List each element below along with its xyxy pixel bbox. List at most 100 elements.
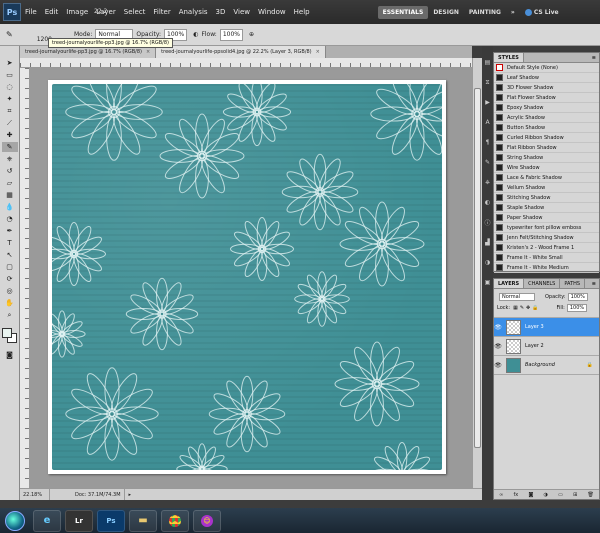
tab-layers[interactable]: LAYERS xyxy=(494,279,525,288)
zoom-readout[interactable]: 22.2 xyxy=(94,8,107,15)
style-item[interactable]: Flat Flower Shadow xyxy=(494,93,599,103)
style-item[interactable]: Flat Ribbon Shadow xyxy=(494,143,599,153)
style-item[interactable]: Frame It - White Medium xyxy=(494,263,599,273)
quick-mask-icon[interactable]: ◙ xyxy=(2,350,18,360)
styles-panel-icon[interactable]: ▤ xyxy=(483,58,492,67)
move-tool-icon[interactable]: ➤ xyxy=(2,58,18,68)
blend-mode-select[interactable]: Normal xyxy=(499,292,535,301)
menu-window[interactable]: Window xyxy=(254,8,290,16)
shape-tool-icon[interactable]: ▢ xyxy=(2,262,18,272)
info-panel-icon[interactable]: ⓘ xyxy=(483,218,492,227)
airbrush-icon[interactable]: ◐ xyxy=(193,31,198,38)
tab-document-2[interactable]: treed-journalyourlife-ppsolid4.jpg @ 22.… xyxy=(156,46,326,58)
fill-field[interactable]: 100% xyxy=(566,303,588,312)
style-item[interactable]: typewriter font pillow emboss xyxy=(494,223,599,233)
style-item[interactable]: String Shadow xyxy=(494,153,599,163)
tablet-pressure-icon[interactable]: ⊕ xyxy=(249,31,254,38)
crop-tool-icon[interactable]: ⌗ xyxy=(2,106,18,116)
paragraph-panel-icon[interactable]: ¶ xyxy=(483,138,492,147)
new-layer-icon[interactable]: ⊞ xyxy=(573,492,577,498)
style-item[interactable]: Lace & Fabric Shadow xyxy=(494,173,599,183)
menu-analysis[interactable]: Analysis xyxy=(175,8,212,16)
character-panel-icon[interactable]: A xyxy=(483,118,492,127)
vertical-scrollbar[interactable] xyxy=(472,58,482,488)
chrome-icon[interactable] xyxy=(161,509,189,532)
layer-opacity-field[interactable]: 100% xyxy=(567,292,588,301)
zoom-tool-icon[interactable]: ⌕ xyxy=(2,310,18,320)
color-swatches[interactable] xyxy=(1,328,18,344)
style-item[interactable]: Paper Shadow xyxy=(494,213,599,223)
zoom-status[interactable]: 22.18% xyxy=(20,489,50,500)
tab-paths[interactable]: PATHS xyxy=(560,279,586,288)
actions-panel-icon[interactable]: ▶ xyxy=(483,98,492,107)
foreground-color[interactable] xyxy=(1,328,12,338)
layer-style-icon[interactable]: fx xyxy=(514,492,519,498)
style-item[interactable]: Epoxy Shadow xyxy=(494,103,599,113)
3d-orbit-tool-icon[interactable]: ◎ xyxy=(2,286,18,296)
blur-tool-icon[interactable]: 💧 xyxy=(2,202,18,212)
path-select-tool-icon[interactable]: ↖ xyxy=(2,250,18,260)
photoshop-taskbar-icon[interactable]: Ps xyxy=(97,509,125,532)
style-item[interactable]: Vellum Shadow xyxy=(494,183,599,193)
scrollbar-thumb[interactable] xyxy=(474,88,481,448)
brush-tool-icon[interactable]: ✎ xyxy=(1,142,18,152)
brush-panel-icon[interactable]: ✎ xyxy=(483,158,492,167)
menu-filter[interactable]: Filter xyxy=(149,8,174,16)
lock-image-icon[interactable]: ✎ xyxy=(520,305,524,311)
style-item[interactable]: Stitching Shadow xyxy=(494,193,599,203)
close-icon[interactable]: × xyxy=(316,49,320,55)
workspace-essentials-button[interactable]: ESSENTIALS xyxy=(377,5,429,19)
quick-select-tool-icon[interactable]: ✦ xyxy=(2,94,18,104)
layer-row[interactable]: 👁 Layer 3 xyxy=(494,318,599,337)
style-item[interactable]: Curled Ribbon Shadow xyxy=(494,133,599,143)
tab-channels[interactable]: CHANNELS xyxy=(524,279,561,288)
add-mask-icon[interactable]: ◙ xyxy=(528,492,533,498)
messenger-icon[interactable]: ☺ xyxy=(193,509,221,532)
healing-tool-icon[interactable]: ✚ xyxy=(2,130,18,140)
hand-tool-icon[interactable]: ✋ xyxy=(2,298,18,308)
panel-menu-icon[interactable]: ≡ xyxy=(592,281,596,287)
menu-select[interactable]: Select xyxy=(120,8,150,16)
marquee-tool-icon[interactable]: ▭ xyxy=(2,70,18,80)
clone-source-panel-icon[interactable]: ⎈ xyxy=(483,178,492,187)
workspace-more-button[interactable]: » xyxy=(506,6,520,19)
history-panel-icon[interactable]: ⧖ xyxy=(483,78,492,87)
gradient-tool-icon[interactable]: ▦ xyxy=(2,190,18,200)
visibility-eye-icon[interactable]: 👁 xyxy=(494,324,502,331)
menu-3d[interactable]: 3D xyxy=(212,8,230,16)
tab-styles[interactable]: STYLES xyxy=(494,53,524,62)
style-item[interactable]: Kristen's 2 - Wood Frame 1 xyxy=(494,243,599,253)
lock-all-icon[interactable]: 🔒 xyxy=(532,305,538,311)
style-item[interactable]: Staple Shadow xyxy=(494,203,599,213)
lasso-tool-icon[interactable]: ◌ xyxy=(2,82,18,92)
flow-field[interactable]: 100% xyxy=(219,28,243,41)
style-item[interactable]: Acrylic Shadow xyxy=(494,113,599,123)
style-item[interactable]: Default Style (None) xyxy=(494,63,599,73)
trash-icon[interactable]: 🗑 xyxy=(588,492,594,498)
history-brush-tool-icon[interactable]: ↺ xyxy=(2,166,18,176)
folder-icon[interactable]: ▬ xyxy=(129,509,157,532)
style-item[interactable]: 3D Flower Shadow xyxy=(494,83,599,93)
menu-edit[interactable]: Edit xyxy=(41,8,63,16)
masks-panel-icon[interactable]: ▣ xyxy=(483,278,492,287)
visibility-eye-icon[interactable]: 👁 xyxy=(494,343,502,350)
menu-image[interactable]: Image xyxy=(62,8,92,16)
style-item[interactable]: Jenn Felt/Stitching Shadow xyxy=(494,233,599,243)
close-icon[interactable]: × xyxy=(146,49,150,55)
layer-row[interactable]: 👁 Layer 2 xyxy=(494,337,599,356)
cs-live-button[interactable]: CS Live xyxy=(520,6,564,19)
eyedropper-tool-icon[interactable]: ⟋ xyxy=(2,118,18,128)
layer-name[interactable]: Background xyxy=(525,362,555,368)
start-button[interactable] xyxy=(5,510,25,531)
style-item[interactable]: Frame It - White Small xyxy=(494,253,599,263)
workspace-design-button[interactable]: DESIGN xyxy=(428,6,464,19)
pen-tool-icon[interactable]: ✒ xyxy=(2,226,18,236)
style-item[interactable]: Button Shadow xyxy=(494,123,599,133)
lock-transparent-icon[interactable]: ▦ xyxy=(513,305,518,311)
adjustments-panel-icon[interactable]: ◑ xyxy=(483,258,492,267)
ie-icon[interactable]: e xyxy=(33,509,61,532)
panel-menu-icon[interactable]: ≡ xyxy=(592,55,596,61)
clone-stamp-tool-icon[interactable]: ⎈ xyxy=(2,154,18,164)
histogram-panel-icon[interactable]: ▟ xyxy=(483,238,492,247)
canvas-area[interactable] xyxy=(30,68,472,488)
